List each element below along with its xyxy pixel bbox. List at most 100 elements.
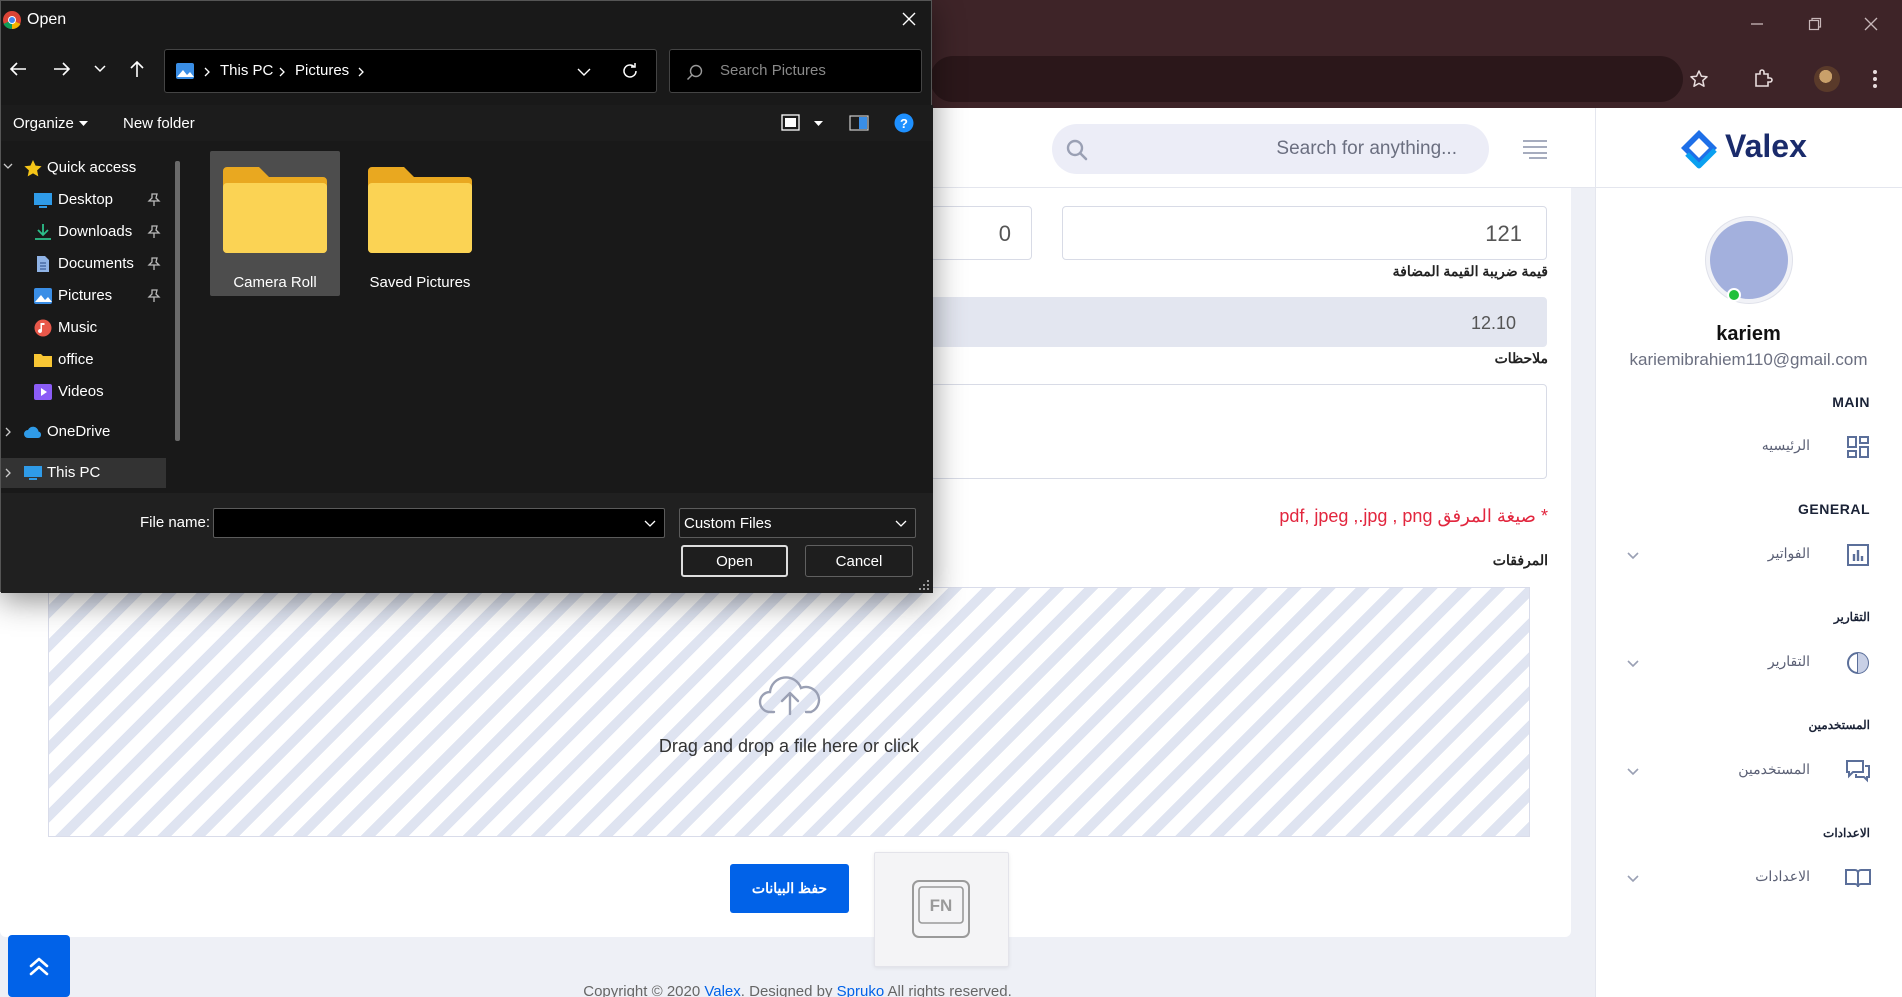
nav-pane-scrollbar[interactable] — [175, 161, 180, 441]
restore-icon[interactable] — [1798, 10, 1832, 38]
breadcrumb-this-pc[interactable]: This PC — [220, 62, 273, 79]
footer: Copyright © 2020 Valex. Designed by Spru… — [0, 965, 1595, 997]
attachments-label: المرفقات — [1492, 552, 1548, 568]
dialog-navigation-pane: Quick access Desktop Downloads Documents… — [1, 141, 191, 493]
pin-icon — [147, 257, 161, 270]
nav-pictures[interactable]: Pictures — [1, 281, 181, 311]
breadcrumb-separator-icon — [279, 67, 285, 77]
section-title-reports: التقارير — [1833, 610, 1870, 624]
dialog-search-input[interactable]: Search Pictures — [669, 49, 922, 93]
browser-menu-icon[interactable] — [1858, 62, 1892, 96]
vat-value: 12.10 — [1470, 313, 1516, 333]
nav-onedrive[interactable]: OneDrive — [1, 417, 181, 447]
nav-documents[interactable]: Documents — [1, 249, 181, 279]
fn-key-label: FN — [930, 896, 953, 915]
menu-lines-icon[interactable] — [1521, 139, 1549, 159]
nav-office[interactable]: office — [1, 345, 181, 375]
svg-text:?: ? — [900, 116, 908, 131]
forward-arrow-icon[interactable] — [53, 61, 71, 77]
new-folder-button[interactable]: New folder — [123, 115, 195, 132]
section-title-settings: الاعدادات — [1823, 826, 1870, 840]
dialog-title: Open — [27, 11, 67, 28]
nav-desktop-label: Desktop — [58, 191, 114, 208]
folder-tile-saved-pictures[interactable]: Saved Pictures — [355, 151, 485, 296]
dialog-search-placeholder: Search Pictures — [720, 62, 826, 79]
dialog-close-icon[interactable] — [901, 11, 917, 27]
required-star: * — [1540, 506, 1548, 526]
file-name-input[interactable] — [213, 508, 665, 538]
chrome-app-icon — [3, 11, 21, 30]
up-arrow-icon[interactable] — [129, 60, 145, 78]
nav-music[interactable]: Music — [1, 313, 181, 343]
music-icon — [34, 319, 52, 337]
search-input[interactable]: Search for anything... — [1052, 124, 1489, 174]
dialog-address-bar[interactable]: This PC Pictures — [164, 49, 657, 93]
extensions-icon[interactable] — [1746, 62, 1780, 96]
computer-icon — [24, 466, 42, 480]
window-close-icon[interactable] — [1854, 10, 1888, 38]
recent-locations-chevron-icon[interactable] — [94, 65, 106, 73]
folder-tile-camera-roll[interactable]: Camera Roll — [210, 151, 340, 296]
breadcrumb-separator-icon — [204, 67, 210, 77]
folder-icon — [368, 167, 472, 253]
file-type-select[interactable]: Custom Files — [679, 508, 916, 538]
address-bar[interactable] — [930, 56, 1683, 102]
breadcrumb-separator-icon — [358, 67, 364, 77]
file-dropzone[interactable]: Drag and drop a file here or click — [48, 587, 1530, 837]
desktop-icon — [34, 193, 52, 208]
footer-prefix: Copyright © 2020 — [583, 983, 705, 997]
footer-designer-link[interactable]: Spruko — [837, 983, 885, 997]
dashboard-grid-icon — [1847, 436, 1869, 458]
footer-suffix: All rights reserved. — [884, 983, 1012, 997]
sidebar-item-home[interactable]: الرئيسيه — [1595, 427, 1902, 467]
address-dropdown-icon[interactable] — [577, 67, 591, 77]
resize-grip-icon[interactable] — [918, 579, 930, 591]
amount-right-value: 121 — [1485, 221, 1522, 246]
footer-brand-link[interactable]: Valex — [704, 983, 740, 997]
nav-desktop[interactable]: Desktop — [1, 185, 181, 215]
folder-icon — [34, 354, 52, 367]
nav-downloads[interactable]: Downloads — [1, 217, 181, 247]
save-data-button[interactable]: حفظ البيانات — [730, 864, 849, 913]
preview-pane-icon[interactable] — [849, 115, 869, 131]
fn-key-widget[interactable]: FN — [874, 852, 1009, 967]
accepted-formats-hint: * صيغة المرفق pdf, jpeg ,.jpg , png — [1279, 506, 1548, 527]
back-arrow-icon[interactable] — [9, 61, 27, 77]
download-icon — [35, 224, 51, 240]
folder-name-saved-pictures: Saved Pictures — [369, 274, 471, 291]
nav-quick-access[interactable]: Quick access — [1, 153, 181, 183]
brand-logo[interactable]: Valex — [1595, 108, 1902, 188]
section-title-general: GENERAL — [1798, 501, 1870, 517]
breadcrumb-pictures[interactable]: Pictures — [295, 62, 349, 79]
amount-field-left[interactable]: 0 — [930, 206, 1032, 260]
pin-icon — [147, 193, 161, 206]
nav-this-pc[interactable]: This PC — [1, 458, 166, 488]
caret-down-icon — [79, 121, 88, 126]
file-type-dropdown-icon — [895, 520, 907, 527]
minimize-icon[interactable] — [1740, 10, 1774, 38]
user-avatar[interactable] — [1706, 217, 1792, 303]
view-options-icon[interactable] — [781, 114, 825, 132]
cancel-button[interactable]: Cancel — [805, 545, 913, 577]
help-icon[interactable]: ? — [894, 113, 914, 133]
sidebar-item-settings[interactable]: الاعدادات — [1595, 858, 1902, 898]
nav-downloads-label: Downloads — [58, 223, 133, 240]
onedrive-cloud-icon — [24, 426, 42, 438]
online-status-indicator — [1727, 288, 1741, 302]
profile-avatar-icon[interactable] — [1810, 62, 1844, 96]
nav-videos-label: Videos — [58, 383, 104, 400]
search-placeholder: Search for anything... — [1276, 138, 1457, 159]
sidebar-item-invoices[interactable]: الفواتير — [1595, 535, 1902, 575]
amount-field-right[interactable]: 121 — [1062, 206, 1547, 260]
nav-this-pc-label: This PC — [47, 464, 101, 481]
nav-videos[interactable]: Videos — [1, 377, 181, 407]
file-name-dropdown-icon[interactable] — [644, 520, 656, 528]
open-button[interactable]: Open — [681, 545, 788, 577]
sidebar-item-users[interactable]: المستخدمين — [1595, 751, 1902, 791]
notes-textarea[interactable] — [930, 384, 1547, 479]
sidebar-item-reports[interactable]: التقارير — [1595, 643, 1902, 683]
star-icon — [24, 160, 42, 177]
amount-left-value: 0 — [998, 221, 1011, 246]
refresh-icon[interactable] — [621, 62, 639, 80]
bookmark-star-icon[interactable] — [1682, 62, 1716, 96]
